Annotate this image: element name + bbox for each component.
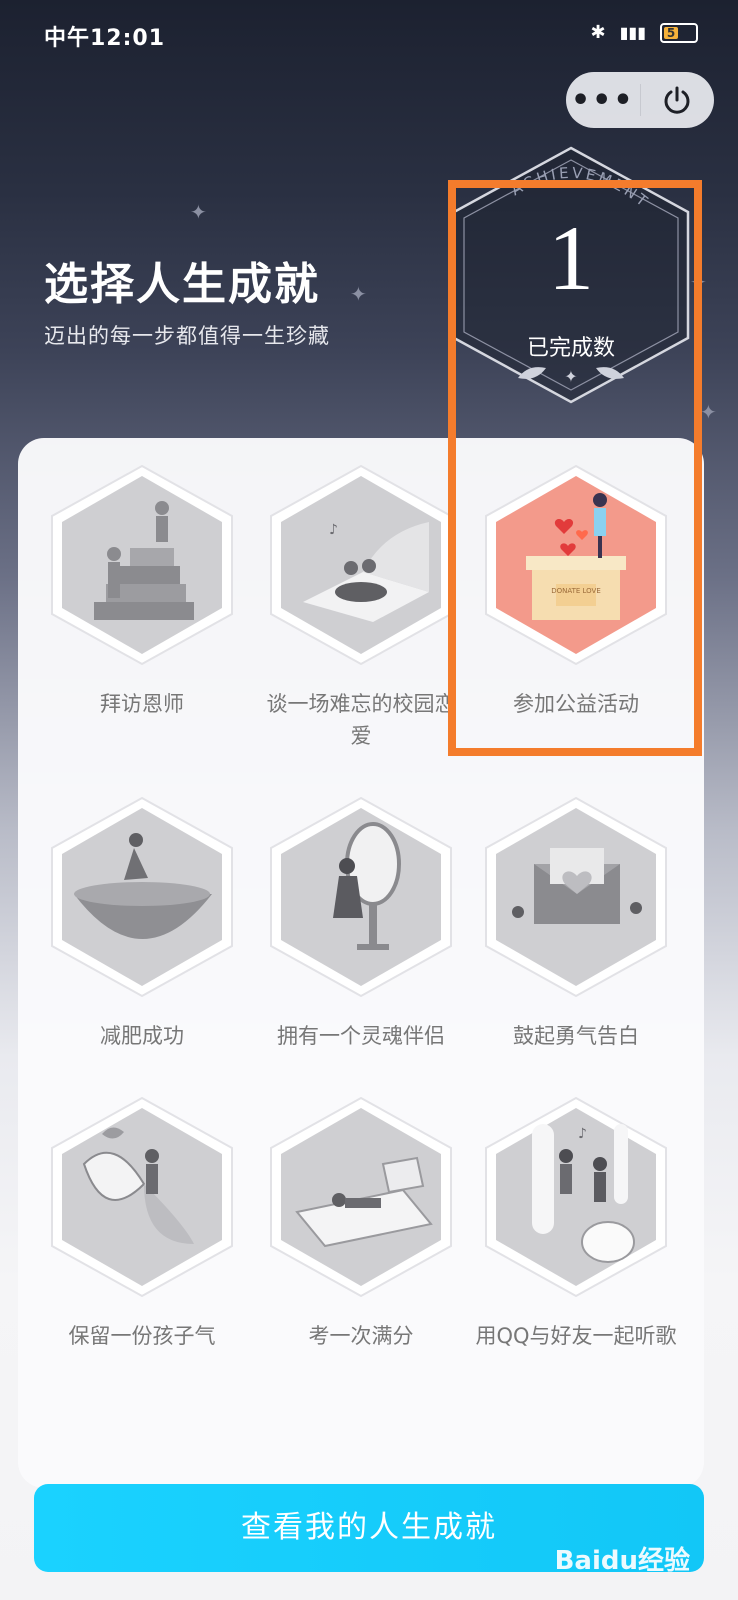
achievement-label: 鼓起勇气告白 [513,1024,639,1048]
battery-icon: 5 [660,22,698,43]
achievement-item[interactable]: 拜访恩师 [37,462,247,720]
miniapp-capsule: ••• [566,72,714,128]
achievement-hexagon [263,794,459,1000]
bluetooth-icon: ✱ [590,22,606,43]
svg-text:♪: ♪ [578,1126,587,1142]
achievement-hexagon [44,1094,240,1300]
achievement-hexagon [44,462,240,668]
achievement-item[interactable]: 鼓起勇气告白 [471,794,681,1052]
achievement-label: 考一次满分 [308,1324,414,1348]
sparkle-icon: ✦ [190,200,207,224]
page-subtitle: 迈出的每一步都值得一生珍藏 [44,324,330,348]
more-button[interactable]: ••• [566,72,640,128]
achievement-item[interactable]: 拥有一个灵魂伴侣 [256,794,466,1052]
achievement-hexagon: ♪ [478,1094,674,1300]
page-title: 选择人生成就 [44,259,320,310]
svg-text:♪: ♪ [329,522,338,538]
achievement-label: 保留一份孩子气 [68,1324,216,1348]
achievement-hexagon [44,794,240,1000]
achievement-hexagon [478,794,674,1000]
power-icon [664,86,690,114]
achievement-label: 拜访恩师 [100,692,184,716]
more-dots-icon: ••• [570,82,635,118]
achievement-hexagon: ♪ [263,462,459,668]
achievement-label: 用QQ与好友一起听歌 [475,1324,677,1348]
sparkle-icon: ✦ [700,400,717,424]
achievement-label: 减肥成功 [100,1024,184,1048]
highlight-annotation [448,180,702,756]
status-icons: ✱ ▮▮▮ 5 [590,22,698,43]
achievement-item[interactable]: ♪ 用QQ与好友一起听歌 [471,1094,681,1352]
achievement-item[interactable]: 减肥成功 [37,794,247,1052]
achievement-item[interactable]: 考一次满分 [256,1094,466,1352]
achievement-item[interactable]: 保留一份孩子气 [37,1094,247,1352]
close-button[interactable] [641,72,715,128]
status-bar: 中午12:01 ✱ ▮▮▮ 5 [0,0,738,70]
achievement-hexagon [263,1094,459,1300]
achievement-item[interactable]: ♪ 谈一场难忘的校园恋爱 [256,462,466,752]
status-time: 中午12:01 [44,26,166,51]
battery-level: 5 [664,26,678,39]
achievement-label: 拥有一个灵魂伴侣 [277,1024,445,1048]
watermark: Baidu经验 [554,1546,690,1576]
achievement-label: 谈一场难忘的校园恋爱 [266,692,456,748]
signal-icon: ▮▮▮ [619,23,646,42]
sparkle-icon: ✦ [350,282,367,306]
